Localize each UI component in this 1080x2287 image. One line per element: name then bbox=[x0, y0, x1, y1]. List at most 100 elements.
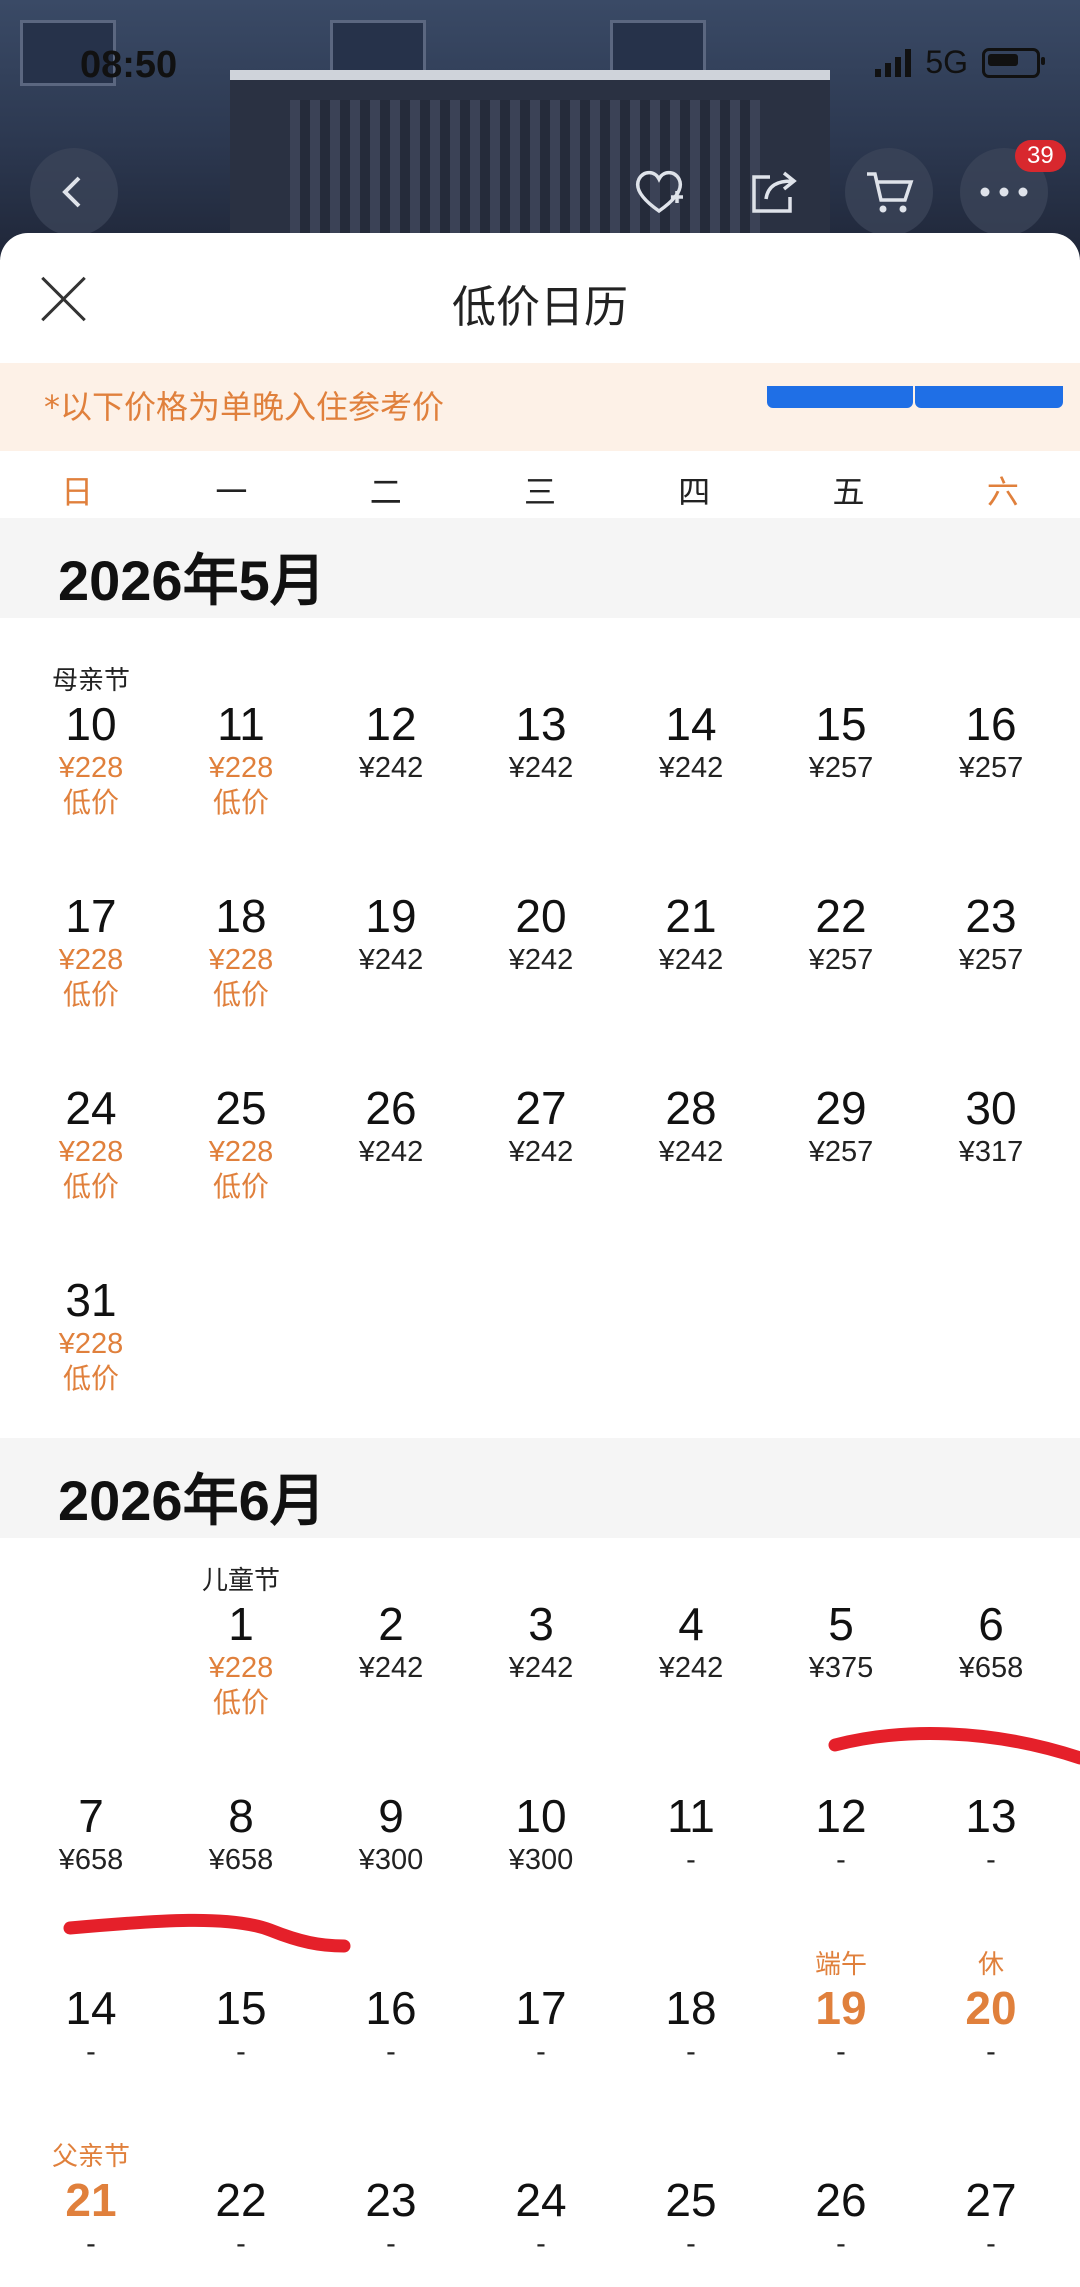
day-cell[interactable]: 26- bbox=[766, 2140, 916, 2262]
day-cell[interactable]: 13- bbox=[916, 1756, 1066, 1878]
day-number: 26 bbox=[365, 1082, 417, 1134]
day-cell[interactable]: 11 ¥228 低价 bbox=[166, 664, 316, 820]
day-number: 13 bbox=[965, 1790, 1017, 1842]
day-cell[interactable]: 2 ¥242 bbox=[316, 1564, 466, 1686]
day-cell[interactable]: 27- bbox=[916, 2140, 1066, 2262]
day-cell[interactable]: 14- bbox=[16, 1948, 166, 2070]
day-number: 11 bbox=[667, 1790, 715, 1842]
favorite-button[interactable] bbox=[615, 148, 703, 236]
day-cell[interactable]: 23- bbox=[316, 2140, 466, 2262]
day-number: 31 bbox=[65, 1274, 117, 1326]
day-cell[interactable]: 11- bbox=[616, 1756, 766, 1878]
day-cell[interactable]: 12 ¥242 bbox=[316, 664, 466, 786]
day-number: 18 bbox=[215, 890, 267, 942]
back-button[interactable] bbox=[30, 148, 118, 236]
day-price: ¥228 bbox=[58, 752, 124, 784]
day-cell[interactable]: 4 ¥242 bbox=[616, 1564, 766, 1686]
day-number: 23 bbox=[965, 890, 1017, 942]
day-cell[interactable]: 24 ¥228 低价 bbox=[16, 1048, 166, 1204]
day-price: - bbox=[86, 2228, 96, 2260]
day-cell[interactable]: 父亲节 21- bbox=[16, 2140, 166, 2262]
day-price: - bbox=[686, 1844, 696, 1876]
day-cell[interactable]: 24- bbox=[466, 2140, 616, 2262]
day-price: - bbox=[686, 2228, 696, 2260]
day-price: ¥228 bbox=[208, 1652, 274, 1684]
holiday-label bbox=[766, 2140, 916, 2174]
checkout-tab[interactable] bbox=[915, 386, 1063, 408]
day-cell[interactable]: 5 ¥375 bbox=[766, 1564, 916, 1686]
day-price: ¥242 bbox=[358, 1136, 424, 1168]
day-cell[interactable]: 28 ¥242 bbox=[616, 1048, 766, 1170]
day-cell[interactable]: 7 ¥658 bbox=[16, 1756, 166, 1878]
day-cell[interactable]: 16 ¥257 bbox=[916, 664, 1066, 786]
checkin-tab[interactable] bbox=[767, 386, 913, 408]
holiday-label bbox=[916, 856, 1066, 890]
day-price: ¥228 bbox=[58, 1136, 124, 1168]
day-number: 25 bbox=[665, 2174, 717, 2226]
holiday-label bbox=[916, 664, 1066, 698]
day-cell[interactable]: 23 ¥257 bbox=[916, 856, 1066, 978]
day-cell[interactable]: 31 ¥228 低价 bbox=[16, 1240, 166, 1396]
day-price: ¥228 bbox=[208, 752, 274, 784]
day-cell[interactable]: 18- bbox=[616, 1948, 766, 2070]
share-button[interactable] bbox=[730, 148, 818, 236]
holiday-label bbox=[316, 1564, 466, 1598]
day-cell[interactable]: 12- bbox=[766, 1756, 916, 1878]
holiday-label bbox=[616, 664, 766, 698]
holiday-label bbox=[316, 1756, 466, 1790]
day-cell[interactable]: 16- bbox=[316, 1948, 466, 2070]
day-cell[interactable]: 22- bbox=[166, 2140, 316, 2262]
day-cell[interactable]: 休 20- bbox=[916, 1948, 1066, 2070]
day-cell[interactable]: 10 ¥300 bbox=[466, 1756, 616, 1878]
holiday-label bbox=[766, 664, 916, 698]
day-cell[interactable]: 27 ¥242 bbox=[466, 1048, 616, 1170]
day-cell[interactable]: 3 ¥242 bbox=[466, 1564, 616, 1686]
day-cell[interactable]: 15 ¥257 bbox=[766, 664, 916, 786]
month-header-june: 2026年6月 bbox=[0, 1438, 1080, 1538]
day-cell[interactable]: 13 ¥242 bbox=[466, 664, 616, 786]
day-cell[interactable]: 19 ¥242 bbox=[316, 856, 466, 978]
holiday-label bbox=[316, 1948, 466, 1982]
day-cell[interactable]: 8 ¥658 bbox=[166, 1756, 316, 1878]
day-number: 18 bbox=[665, 1982, 717, 2034]
holiday-label bbox=[466, 1564, 616, 1598]
day-number: 24 bbox=[515, 2174, 567, 2226]
favorite-icon bbox=[635, 170, 683, 214]
day-number: 21 bbox=[665, 890, 717, 942]
day-price: ¥228 bbox=[208, 1136, 274, 1168]
day-cell[interactable]: 29 ¥257 bbox=[766, 1048, 916, 1170]
holiday-label bbox=[616, 1948, 766, 1982]
holiday-label bbox=[616, 1048, 766, 1082]
low-price-tag: 低价 bbox=[212, 1686, 269, 1719]
day-price: - bbox=[686, 2036, 696, 2068]
holiday-label bbox=[616, 2140, 766, 2174]
day-price: - bbox=[986, 2036, 996, 2068]
day-number: 6 bbox=[978, 1598, 1004, 1650]
day-cell[interactable]: 30 ¥317 bbox=[916, 1048, 1066, 1170]
day-cell[interactable]: 17 ¥228 低价 bbox=[16, 856, 166, 1012]
day-cell[interactable]: 儿童节 1 ¥228 低价 bbox=[166, 1564, 316, 1720]
holiday-label bbox=[316, 856, 466, 890]
day-cell[interactable]: 14 ¥242 bbox=[616, 664, 766, 786]
holiday-label bbox=[16, 856, 166, 890]
day-number: 12 bbox=[815, 1790, 867, 1842]
day-cell[interactable]: 20 ¥242 bbox=[466, 856, 616, 978]
day-cell[interactable]: 25 ¥228 低价 bbox=[166, 1048, 316, 1204]
day-cell[interactable]: 26 ¥242 bbox=[316, 1048, 466, 1170]
day-cell[interactable]: 21 ¥242 bbox=[616, 856, 766, 978]
day-cell[interactable]: 端午 19- bbox=[766, 1948, 916, 2070]
day-cell[interactable]: 18 ¥228 低价 bbox=[166, 856, 316, 1012]
cart-button[interactable] bbox=[845, 148, 933, 236]
day-cell[interactable]: 6 ¥658 bbox=[916, 1564, 1066, 1686]
day-cell[interactable]: 22 ¥257 bbox=[766, 856, 916, 978]
sheet-title: 低价日历 bbox=[452, 282, 628, 333]
day-cell[interactable]: 15- bbox=[166, 1948, 316, 2070]
day-number: 17 bbox=[65, 890, 117, 942]
day-price: - bbox=[836, 2036, 846, 2068]
day-cell[interactable]: 9 ¥300 bbox=[316, 1756, 466, 1878]
day-cell[interactable]: 25- bbox=[616, 2140, 766, 2262]
day-price: ¥228 bbox=[58, 944, 124, 976]
day-cell[interactable]: 17- bbox=[466, 1948, 616, 2070]
day-number: 15 bbox=[215, 1982, 267, 2034]
day-cell[interactable]: 母亲节 10 ¥228 低价 bbox=[16, 664, 166, 820]
